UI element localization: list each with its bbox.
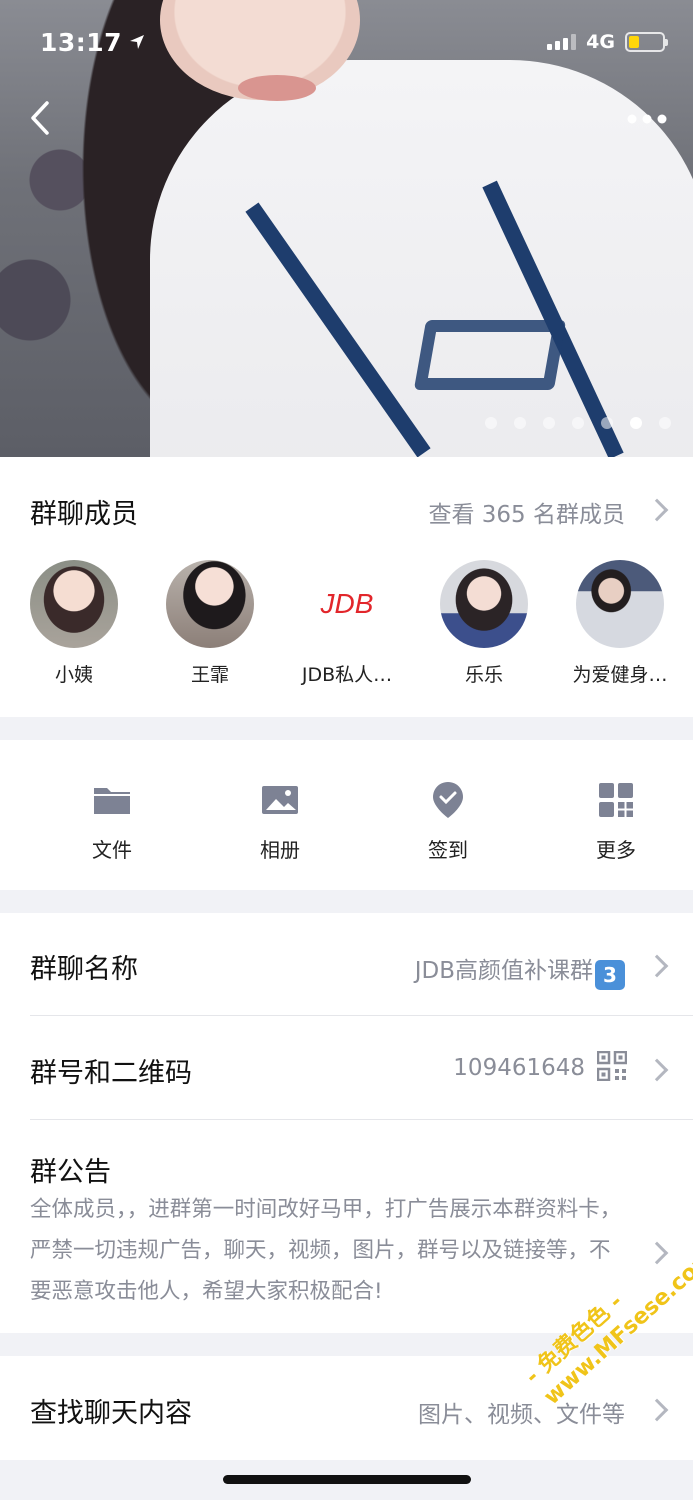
photo-shirt-print [413,320,567,390]
status-time: 13:17 [40,27,123,57]
member-item[interactable]: 为爱健身… [555,560,685,687]
pager-dot [630,417,642,429]
qr-code-icon [596,1050,628,1085]
location-arrow-icon [130,35,145,49]
chevron-right-icon [645,954,669,978]
tool-label: 相册 [260,838,300,862]
member-item[interactable]: 王霏 [145,560,275,687]
group-name-value: JDB高颜值补课群 [414,958,593,984]
view-all-members-link[interactable]: 查看 365 名群成员 [428,495,625,529]
chevron-right-icon [645,1058,669,1082]
divider [30,1015,693,1016]
member-item[interactable]: 小姨 [9,560,139,687]
tool-label: 文件 [92,838,132,862]
jdb-logo-avatar: JDB [303,560,391,648]
folder-icon [92,780,132,820]
group-info-section: 群聊名称 JDB高颜值补课群 3 群号和二维码 109461648 群公告 全体成… [0,913,693,1333]
avatar [576,560,664,648]
member-item[interactable]: JDB JDB私人… [282,560,412,687]
members-title: 群聊成员 [30,499,138,530]
group-notice-label: 群公告 [30,1157,111,1188]
group-members-section: 群聊成员 查看 365 名群成员 小姨 王霏 JDB JDB私人… 乐乐 为爱健… [0,457,693,717]
chevron-right-icon [645,498,669,522]
photo-lips [238,75,316,101]
network-type: 4G [586,31,615,53]
album-button[interactable]: 相册 [225,780,335,863]
avatar [166,560,254,648]
grid-icon [596,780,636,820]
chevron-right-icon [645,1398,669,1422]
avatar [30,560,118,648]
member-name: JDB私人… [301,664,393,686]
photo-shirt [150,60,693,457]
image-icon [260,780,300,820]
battery-level [629,36,639,48]
checkin-pin-icon [428,780,468,820]
back-button[interactable] [28,100,52,145]
group-name-badge: 3 [595,960,625,990]
search-chat-hint: 图片、视频、文件等 [418,1402,625,1428]
status-bar: 13:17 4G [40,22,668,62]
member-item[interactable]: 乐乐 [419,560,549,687]
avatar [440,560,528,648]
search-chat-label: 查找聊天内容 [30,1398,192,1429]
chevron-left-icon [31,101,49,135]
group-name-label: 群聊名称 [30,954,138,985]
pager-dot [485,417,497,429]
more-tools-button[interactable]: 更多 [561,780,671,863]
member-name: 小姨 [54,664,93,686]
group-cover-photo[interactable]: 13:17 4G [0,0,693,457]
signal-icon [547,34,577,50]
tool-label: 签到 [428,838,468,862]
group-number-value: 109461648 [453,1055,585,1081]
tool-label: 更多 [596,838,636,862]
files-button[interactable]: 文件 [57,780,167,863]
member-name: 为爱健身… [572,664,668,686]
pager-dot [659,417,671,429]
member-name: 乐乐 [464,664,503,686]
pager-dot [514,417,526,429]
more-options-button[interactable] [627,96,667,136]
group-number-label: 群号和二维码 [30,1058,192,1089]
pager-dot [543,417,555,429]
pager-dot [601,417,613,429]
battery-icon [625,32,668,52]
member-name: 王霏 [190,664,229,686]
group-tools-section: 文件 相册 签到 更多 [0,740,693,890]
group-notice-text: 全体成员，，进群第一时间改好马甲，打广告展示本群资料卡，严禁一切违规广告，聊天，… [30,1197,622,1304]
checkin-button[interactable]: 签到 [393,780,503,863]
ellipsis-icon [627,114,667,124]
pager-dot [572,417,584,429]
gallery-pager-dots [485,417,671,429]
home-indicator[interactable] [223,1475,471,1484]
group-name-value-wrap: JDB高颜值补课群 3 [415,951,625,990]
divider [30,1119,693,1120]
